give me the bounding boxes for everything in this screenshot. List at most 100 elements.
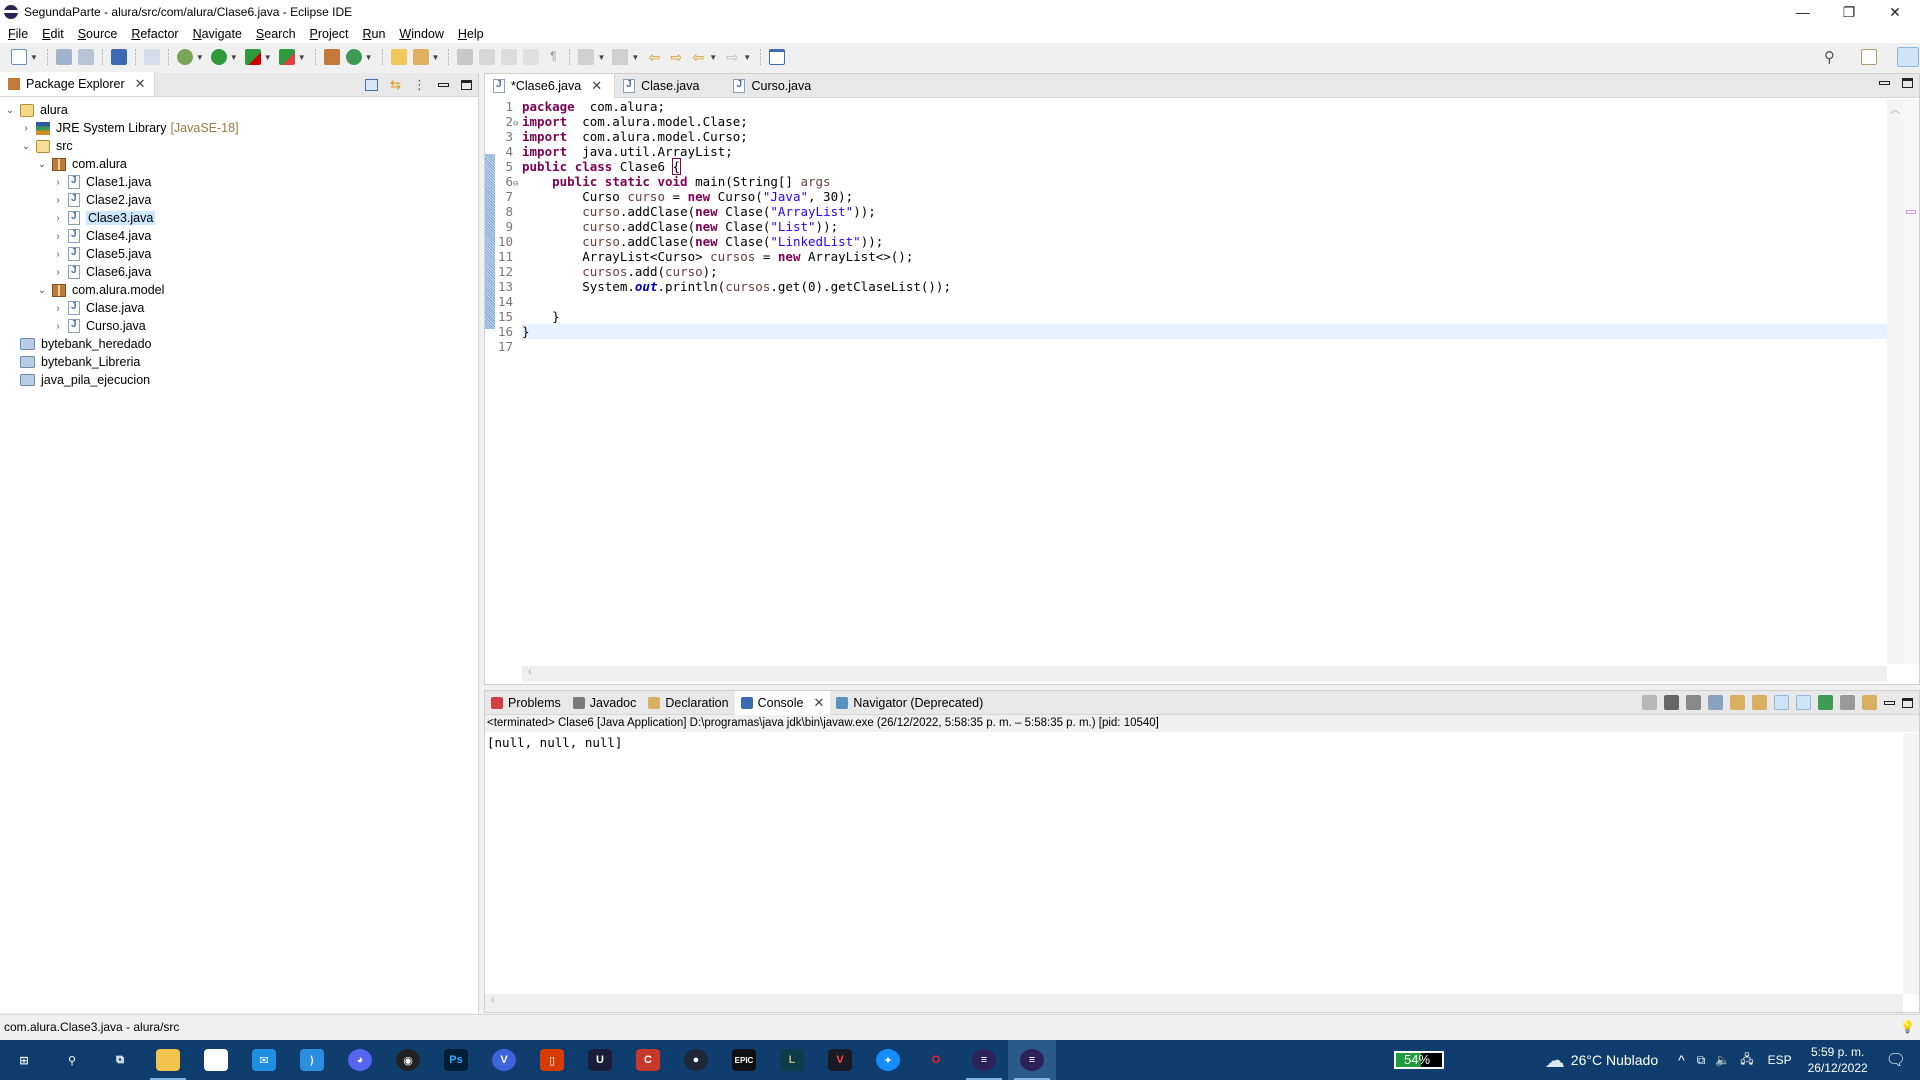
- taskbar-store-button[interactable]: [192, 1040, 240, 1080]
- show-hidden-icons-icon[interactable]: ^: [1678, 1052, 1685, 1068]
- chevron-down-icon[interactable]: ⌄: [36, 285, 48, 296]
- tree-item[interactable]: ⌄ com.alura.model: [0, 281, 478, 299]
- code-line[interactable]: curso.addClase(new Clase("ArrayList"));: [522, 204, 1889, 219]
- chevron-right-icon[interactable]: ›: [52, 195, 64, 206]
- taskbar-steam-button[interactable]: ●: [672, 1040, 720, 1080]
- next-annotation-icon[interactable]: [578, 49, 595, 65]
- scroll-lock-icon[interactable]: [1730, 695, 1745, 710]
- run-dropdown-icon[interactable]: ▼: [230, 53, 238, 62]
- tree-item[interactable]: ⌄ src: [0, 137, 478, 155]
- annotation-icon[interactable]: [457, 49, 474, 65]
- tree-item[interactable]: bytebank_heredado: [0, 335, 478, 353]
- new-dropdown-icon[interactable]: ▼: [30, 53, 38, 62]
- taskbar-photoshop-button[interactable]: Ps: [432, 1040, 480, 1080]
- open-perspective-icon[interactable]: [1861, 49, 1877, 65]
- chevron-down-icon[interactable]: ⌄: [4, 105, 16, 116]
- code-text[interactable]: package com.alura; import com.alura.model…: [522, 99, 1889, 354]
- tree-item[interactable]: ⌄ alura: [0, 101, 478, 119]
- display-console-icon[interactable]: [1840, 695, 1855, 710]
- remove-all-launches-icon[interactable]: [1686, 695, 1701, 710]
- link-with-editor-icon[interactable]: ⇆: [390, 77, 401, 93]
- chevron-right-icon[interactable]: ›: [20, 123, 32, 134]
- debug-dropdown-icon[interactable]: ▼: [196, 53, 204, 62]
- language-indicator[interactable]: ESP: [1768, 1053, 1792, 1067]
- network-icon[interactable]: 🖧: [1740, 1050, 1753, 1071]
- coverage-dropdown-icon[interactable]: ▼: [264, 53, 272, 62]
- code-line[interactable]: Curso curso = new Curso("Java", 30);: [522, 189, 1889, 204]
- forward-icon[interactable]: ⇨: [724, 49, 740, 65]
- scroll-left-icon[interactable]: ‹: [491, 994, 495, 1006]
- close-icon[interactable]: ✕: [135, 76, 146, 92]
- camera-icon[interactable]: ⧉: [1697, 1053, 1706, 1068]
- tree-item[interactable]: › Clase5.java: [0, 245, 478, 263]
- minimize-editor-button[interactable]: [1879, 81, 1890, 85]
- tree-item[interactable]: ⌄ com.alura: [0, 155, 478, 173]
- code-line[interactable]: import com.alura.model.Curso;: [522, 129, 1889, 144]
- search-icon[interactable]: [412, 49, 429, 65]
- code-editor[interactable]: 1 2⊖ 3 4 5 6⊖ 7 8 9 10 11 12 13 14 15 16 17 package com.…: [485, 99, 1919, 664]
- new-package-icon[interactable]: [323, 49, 340, 65]
- lightbulb-icon[interactable]: 💡: [1900, 1015, 1915, 1039]
- code-line[interactable]: import java.util.ArrayList;: [522, 144, 1889, 159]
- external-tools-icon[interactable]: [278, 49, 295, 65]
- debug-icon[interactable]: [176, 49, 193, 65]
- tab-navigator[interactable]: Navigator (Deprecated): [830, 691, 989, 715]
- tree-item[interactable]: › Curso.java: [0, 317, 478, 335]
- code-line[interactable]: ArrayList<Curso> cursos = new ArrayList<…: [522, 249, 1889, 264]
- console-output[interactable]: [null, null, null]: [485, 732, 1919, 753]
- close-icon[interactable]: ✕: [591, 78, 602, 94]
- code-line[interactable]: curso.addClase(new Clase("LinkedList"));: [522, 234, 1889, 249]
- volume-icon[interactable]: 🔈: [1715, 1053, 1730, 1067]
- forward-dropdown-icon[interactable]: ▼: [743, 53, 751, 62]
- taskbar-office-button[interactable]: ▯: [528, 1040, 576, 1080]
- minimize-view-button[interactable]: [1884, 700, 1895, 705]
- new-class-icon[interactable]: [345, 49, 362, 65]
- remove-launch-icon[interactable]: [1664, 695, 1679, 710]
- back-dropdown-icon[interactable]: ▼: [709, 53, 717, 62]
- open-console-icon[interactable]: [1862, 695, 1877, 710]
- fold-icon[interactable]: ⊖: [513, 179, 518, 189]
- pin-console-icon[interactable]: [1818, 695, 1833, 710]
- taskbar-eclipse-button[interactable]: ≡: [960, 1040, 1008, 1080]
- overview-ruler[interactable]: [1903, 99, 1919, 664]
- edit-icon[interactable]: [479, 49, 496, 65]
- chevron-right-icon[interactable]: ›: [52, 303, 64, 314]
- minimize-view-button[interactable]: [438, 83, 449, 87]
- battery-indicator[interactable]: 54%: [1394, 1051, 1444, 1069]
- prev-annotation-icon[interactable]: [612, 49, 629, 65]
- code-line[interactable]: public class Clase6 {: [522, 158, 1889, 175]
- terminate-icon[interactable]: [1642, 695, 1657, 710]
- menu-edit[interactable]: Edit: [42, 27, 64, 41]
- terminal-icon[interactable]: [110, 49, 127, 65]
- taskbar-mail-button[interactable]: ✉: [240, 1040, 288, 1080]
- taskbar-file-explorer-button[interactable]: [144, 1040, 192, 1080]
- save-all-icon[interactable]: [77, 49, 94, 65]
- menu-search[interactable]: Search: [256, 27, 296, 41]
- close-icon[interactable]: ✕: [813, 695, 824, 711]
- next-annotation-dropdown-icon[interactable]: ▼: [597, 53, 605, 62]
- scroll-up-icon[interactable]: ︿: [1890, 101, 1900, 116]
- collapse-all-icon[interactable]: [365, 79, 379, 91]
- clock[interactable]: 5:59 p. m. 26/12/2022: [1808, 1044, 1868, 1076]
- new-class-dropdown-icon[interactable]: ▼: [365, 53, 373, 62]
- tree-item[interactable]: › Clase2.java: [0, 191, 478, 209]
- menu-source[interactable]: Source: [78, 27, 118, 41]
- menu-refactor[interactable]: Refactor: [131, 27, 178, 41]
- taskbar-vscode-button[interactable]: ⟩: [288, 1040, 336, 1080]
- code-line[interactable]: public static void main(String[] args: [522, 174, 1889, 189]
- code-line[interactable]: curso.addClase(new Clase("List"));: [522, 219, 1889, 234]
- taskbar-u-app-button[interactable]: U: [576, 1040, 624, 1080]
- editor-vertical-scrollbar[interactable]: ︿: [1887, 99, 1903, 664]
- coverage-icon[interactable]: [244, 49, 261, 65]
- taskbar-ccleaner-button[interactable]: C: [624, 1040, 672, 1080]
- tree-item[interactable]: › Clase.java: [0, 299, 478, 317]
- forward-edit-icon[interactable]: ⇨: [668, 49, 684, 65]
- tab-package-explorer[interactable]: Package Explorer ✕: [0, 72, 155, 96]
- chevron-right-icon[interactable]: ›: [52, 177, 64, 188]
- chevron-down-icon[interactable]: ⌄: [20, 141, 32, 152]
- taskbar-battlenet-button[interactable]: ✦: [864, 1040, 912, 1080]
- paragraph-icon[interactable]: ¶: [545, 49, 561, 65]
- menu-window[interactable]: Window: [399, 27, 443, 41]
- weather-text[interactable]: 26°C Nublado: [1571, 1052, 1658, 1068]
- code-line[interactable]: cursos.add(curso);: [522, 264, 1889, 279]
